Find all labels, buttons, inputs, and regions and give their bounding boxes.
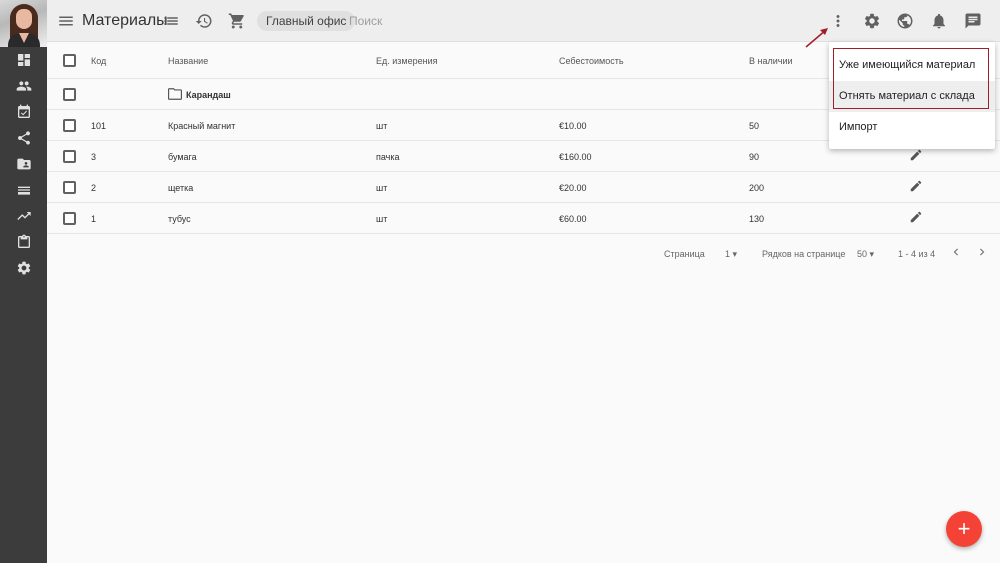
- column-header-unit[interactable]: Ед. измерения: [376, 56, 437, 66]
- avatar[interactable]: [0, 0, 47, 47]
- settings-icon[interactable]: [862, 11, 882, 31]
- cell-unit: шт: [376, 121, 388, 131]
- page-label: Страница: [664, 249, 705, 259]
- history-icon[interactable]: [194, 11, 214, 31]
- chat-icon[interactable]: [963, 11, 983, 31]
- menu-item-import[interactable]: Импорт: [829, 112, 995, 143]
- row-checkbox[interactable]: [63, 181, 76, 194]
- add-button[interactable]: +: [946, 511, 982, 547]
- share-icon[interactable]: [0, 125, 47, 151]
- top-bar: Материалы Главный офис: [47, 0, 1000, 42]
- cell-stock: 50: [749, 121, 760, 131]
- cell-name: тубус: [168, 214, 191, 224]
- cell-unit: пачка: [376, 152, 400, 162]
- dropdown-arrow-icon: ▾: [869, 249, 875, 259]
- cell-cost: €60.00: [559, 214, 587, 224]
- rows-per-page-label: Рядков на странице: [762, 249, 846, 259]
- rows-per-page-selector[interactable]: 50 ▾: [857, 249, 874, 260]
- row-checkbox[interactable]: [63, 119, 76, 132]
- bell-icon[interactable]: [929, 11, 949, 31]
- people-icon[interactable]: [0, 73, 47, 99]
- folder-shared-icon[interactable]: [0, 151, 47, 177]
- dashboard-icon[interactable]: [0, 47, 47, 73]
- office-selector[interactable]: Главный офис: [257, 11, 356, 31]
- settings-icon[interactable]: [0, 255, 47, 281]
- range-label: 1 - 4 из 4: [898, 249, 936, 259]
- clipboard-icon[interactable]: [0, 229, 47, 255]
- more-vert-icon[interactable]: [828, 11, 848, 31]
- rows-per-page-value: 50: [857, 249, 868, 259]
- table-row[interactable]: 2 щетка шт €20.00 200: [47, 172, 1000, 203]
- cell-stock: 90: [749, 152, 760, 162]
- cell-cost: €10.00: [559, 121, 587, 131]
- cell-name: щетка: [168, 183, 194, 193]
- dropdown-arrow-icon: ▾: [732, 249, 738, 259]
- column-header-code[interactable]: Код: [91, 56, 106, 66]
- cell-cost: €20.00: [559, 183, 587, 193]
- event-check-icon[interactable]: [0, 99, 47, 125]
- cell-code: 2: [91, 183, 97, 193]
- cell-name: бумага: [168, 152, 197, 162]
- cell-name: Красный магнит: [168, 121, 236, 131]
- page-title: Материалы: [82, 12, 168, 29]
- folder-name[interactable]: Карандаш: [186, 90, 231, 100]
- pagination: Страница 1 ▾ Рядков на странице 50 ▾ 1 -…: [47, 244, 1000, 264]
- chevron-left-icon[interactable]: [949, 245, 965, 261]
- cell-code: 1: [91, 214, 97, 224]
- row-checkbox[interactable]: [63, 212, 76, 225]
- cell-unit: шт: [376, 214, 388, 224]
- list-view-icon[interactable]: [161, 11, 181, 31]
- folder-icon: [168, 87, 182, 100]
- cell-unit: шт: [376, 183, 388, 193]
- chevron-right-icon[interactable]: [975, 245, 991, 261]
- row-checkbox[interactable]: [63, 150, 76, 163]
- page-value: 1: [725, 249, 731, 259]
- edit-icon[interactable]: [909, 148, 925, 164]
- plus-icon: +: [957, 516, 971, 541]
- table-row[interactable]: 1 тубус шт €60.00 130: [47, 203, 1000, 234]
- trending-icon[interactable]: [0, 203, 47, 229]
- column-header-name[interactable]: Название: [168, 56, 208, 66]
- select-all-checkbox[interactable]: [63, 54, 76, 67]
- search-input[interactable]: [349, 11, 649, 31]
- more-options-menu: Уже имеющийся материал Отнять материал с…: [829, 42, 995, 149]
- cell-cost: €160.00: [559, 152, 592, 162]
- menu-item-subtract-from-stock[interactable]: Отнять материал с склада: [829, 81, 995, 112]
- menu-icon[interactable]: [56, 11, 76, 31]
- cell-stock: 130: [749, 214, 765, 224]
- cell-code: 3: [91, 152, 97, 162]
- menu-item-existing-material[interactable]: Уже имеющийся материал: [829, 50, 995, 81]
- cell-code: 101: [91, 121, 107, 131]
- cart-icon[interactable]: [227, 11, 247, 31]
- sidebar: [0, 0, 47, 563]
- column-header-cost[interactable]: Себестоимость: [559, 56, 624, 66]
- list-icon[interactable]: [0, 177, 47, 203]
- edit-icon[interactable]: [909, 179, 925, 195]
- column-header-stock[interactable]: В наличии: [749, 56, 793, 66]
- page-selector[interactable]: 1 ▾: [725, 249, 737, 260]
- globe-icon[interactable]: [895, 11, 915, 31]
- edit-icon[interactable]: [909, 210, 925, 226]
- cell-stock: 200: [749, 183, 765, 193]
- row-checkbox[interactable]: [63, 88, 76, 101]
